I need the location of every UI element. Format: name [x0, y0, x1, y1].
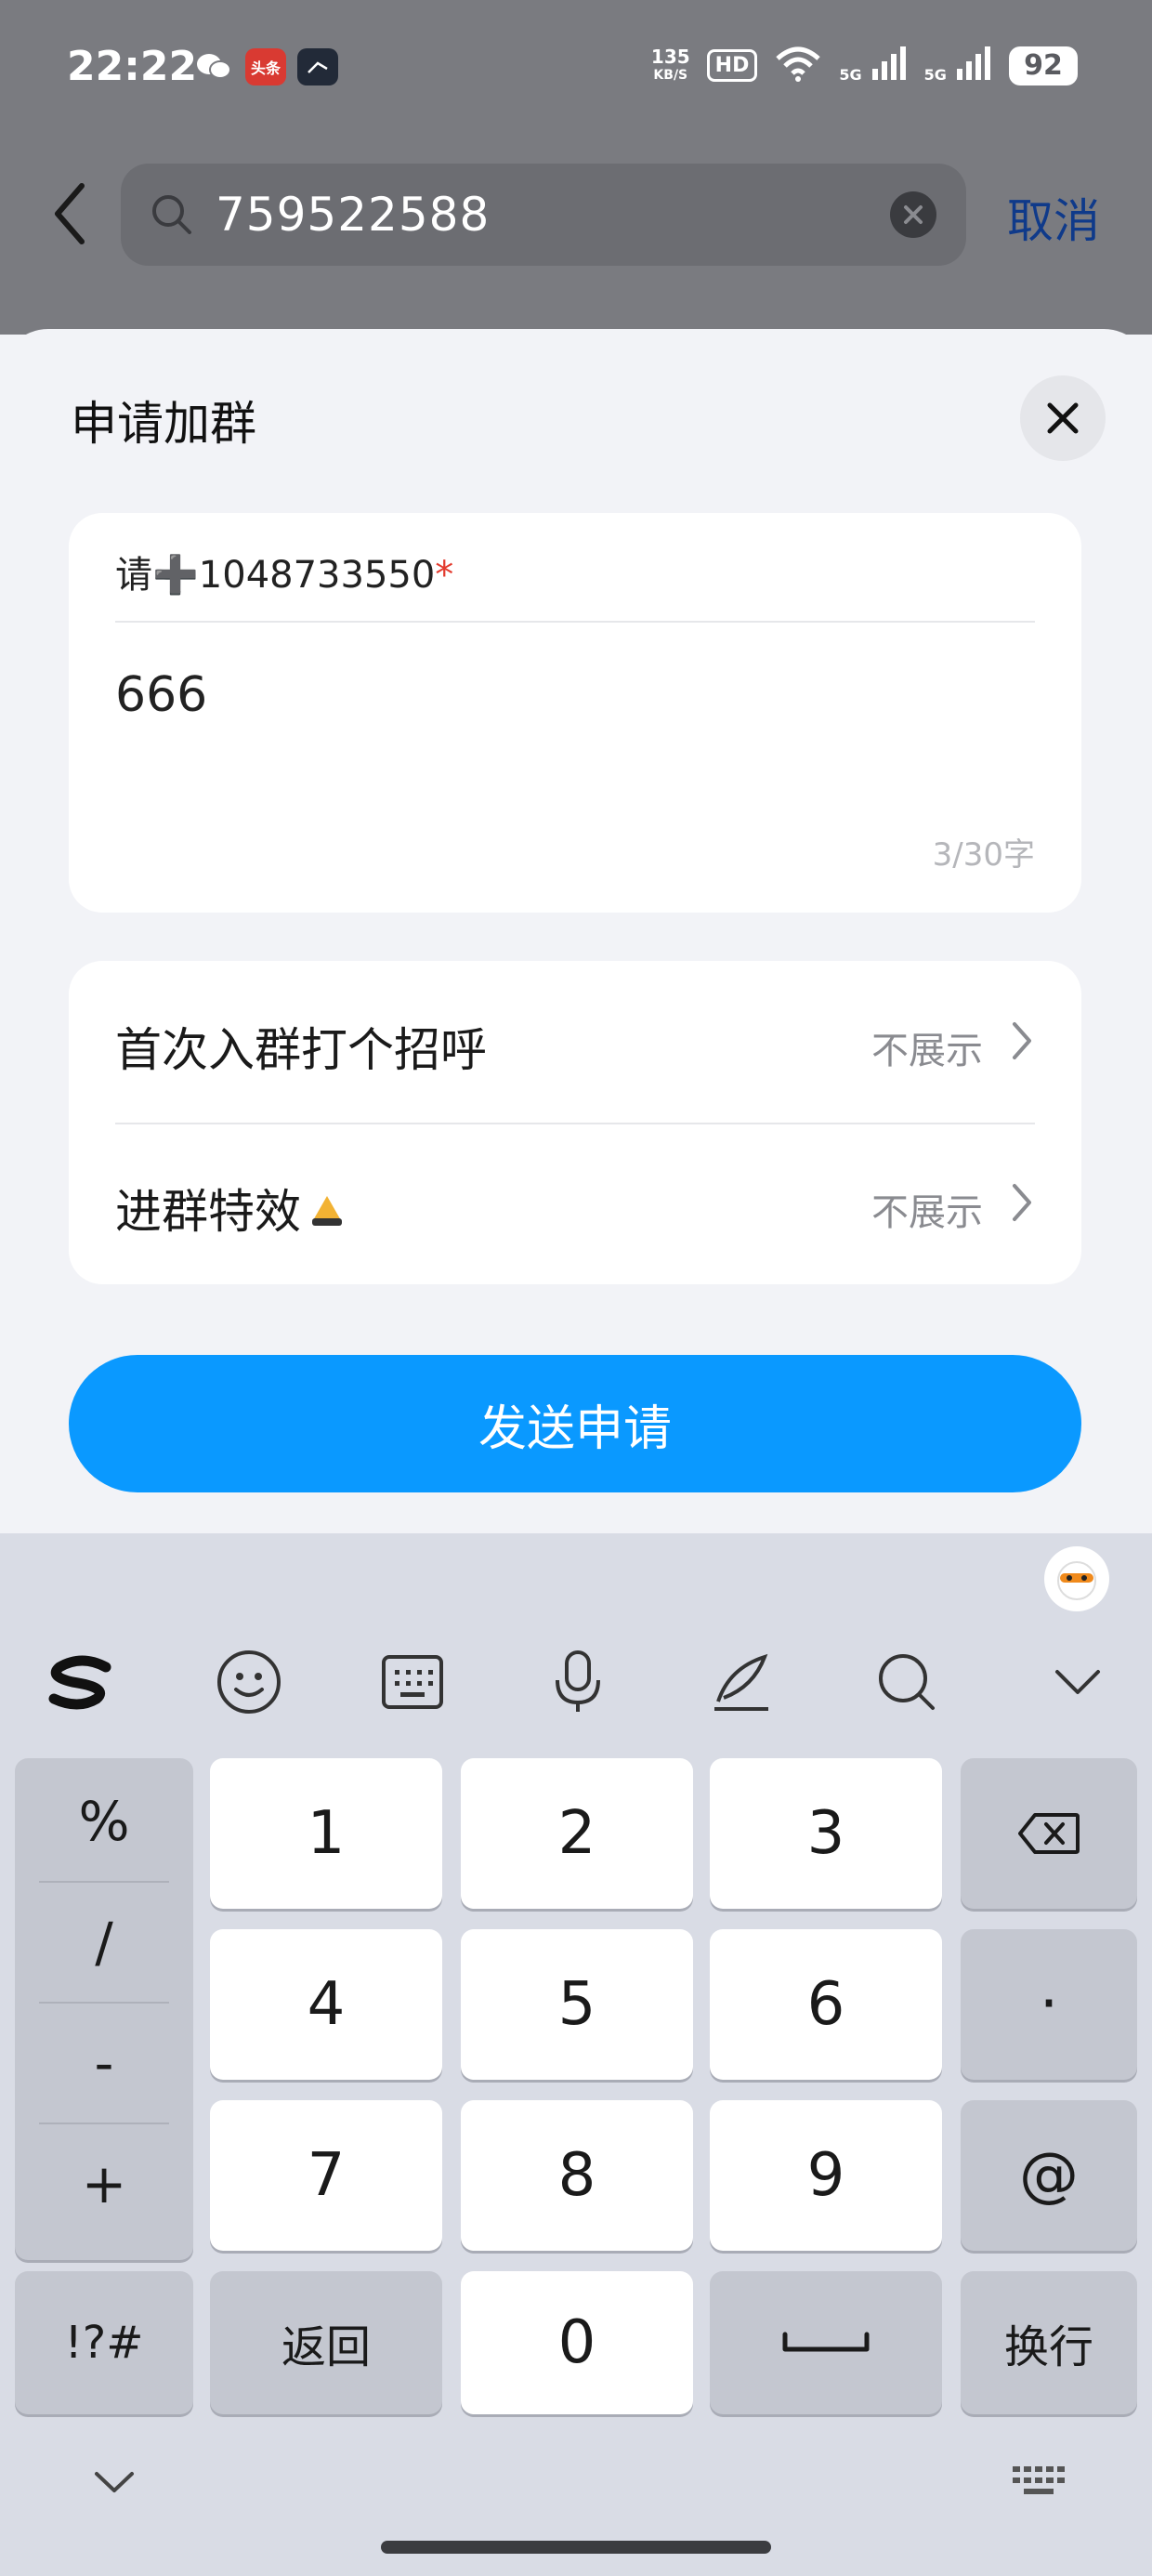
space-key[interactable]	[710, 2271, 942, 2414]
option-row-greeting[interactable]: 首次入群打个招呼 不展示	[115, 961, 1035, 1123]
keyboard-layout-icon[interactable]	[375, 1645, 450, 1719]
party-effect-icon	[312, 1196, 342, 1226]
required-mark: *	[435, 554, 454, 597]
search-query: 759522588	[216, 188, 491, 242]
keyboard-mascot-icon[interactable]	[1044, 1546, 1109, 1611]
hd-badge: HD	[706, 49, 758, 82]
ime-keyboard: % / - + 1 2 3 4 5 6 · 7 8 9 @ !?# 返回 0 换…	[0, 1533, 1152, 2576]
net-speed-value: 135	[650, 45, 690, 68]
back-key[interactable]: 返回	[210, 2271, 442, 2414]
enter-key[interactable]: 换行	[961, 2271, 1137, 2414]
signal2-label: 5G	[923, 66, 947, 84]
join-group-sheet: 申请加群 请➕1048733550* 666 3/30字 首次入群打个招呼 不展…	[0, 329, 1152, 1533]
clear-icon[interactable]	[890, 191, 936, 238]
chevron-right-icon	[1013, 1184, 1031, 1221]
key-0[interactable]: 0	[461, 2271, 693, 2414]
hide-keyboard-chevron-icon[interactable]	[91, 2468, 137, 2496]
handwriting-icon[interactable]	[704, 1645, 779, 1719]
key-percent[interactable]: %	[15, 1762, 193, 1881]
option-row-effect[interactable]: 进群特效 不展示	[115, 1123, 1035, 1284]
keyboard-search-icon[interactable]	[870, 1645, 944, 1719]
key-9[interactable]: 9	[710, 2100, 942, 2251]
key-5[interactable]: 5	[461, 1929, 693, 2080]
wechat-icon	[193, 48, 234, 85]
option-label: 首次入群打个招呼	[115, 1023, 487, 1077]
key-6[interactable]: 6	[710, 1929, 942, 2080]
close-button[interactable]	[1020, 375, 1106, 461]
sheet-title: 申请加群	[71, 397, 256, 451]
microphone-icon[interactable]	[541, 1645, 615, 1719]
search-icon	[149, 191, 195, 238]
keyboard-toolbar	[0, 1636, 1152, 1728]
message-label-text: 请➕1048733550	[115, 554, 436, 597]
key-8[interactable]: 8	[461, 2100, 693, 2251]
key-3[interactable]: 3	[710, 1758, 942, 1909]
key-1[interactable]: 1	[210, 1758, 442, 1909]
net-speed: 135 KB/S	[651, 47, 690, 85]
send-request-button[interactable]: 发送申请	[69, 1355, 1081, 1492]
divider	[115, 621, 1035, 623]
collapse-chevron-icon[interactable]	[1041, 1645, 1115, 1719]
option-value: 不展示	[871, 1030, 983, 1072]
key-minus[interactable]: -	[15, 2004, 193, 2123]
option-value: 不展示	[871, 1191, 983, 1234]
key-slash[interactable]: /	[15, 1883, 193, 2002]
switch-keyboard-icon[interactable]	[1011, 2463, 1067, 2500]
search-input[interactable]: 759522588	[121, 164, 966, 266]
signal-icon-1: 5G	[839, 45, 907, 86]
message-label: 请➕1048733550*	[115, 545, 453, 598]
key-7[interactable]: 7	[210, 2100, 442, 2251]
option-label: 进群特效	[115, 1175, 347, 1242]
key-plus[interactable]: +	[15, 2124, 193, 2243]
toutiao-icon: 头条	[245, 48, 286, 85]
message-field[interactable]: 666	[115, 667, 207, 723]
status-right-icons: 135 KB/S HD 5G 5G 92	[651, 45, 1078, 86]
back-chevron-icon[interactable]	[45, 177, 100, 251]
symbols-key[interactable]: !?#	[15, 2271, 193, 2414]
status-bar: 22:22 头条 135 KB/S HD 5G 5G 92	[0, 0, 1152, 139]
home-indicator[interactable]	[381, 2541, 771, 2554]
backspace-key[interactable]	[961, 1758, 1137, 1909]
status-time: 22:22	[67, 43, 198, 90]
emoji-icon[interactable]	[212, 1645, 286, 1719]
close-icon	[1047, 402, 1079, 434]
sogou-logo-icon[interactable]	[45, 1645, 119, 1719]
message-card: 请➕1048733550* 666 3/30字	[69, 513, 1081, 913]
signal1-label: 5G	[839, 66, 862, 84]
key-at[interactable]: @	[961, 2100, 1137, 2251]
key-dot[interactable]: ·	[961, 1929, 1137, 2080]
chevron-right-icon	[1013, 1022, 1031, 1059]
battery-indicator: 92	[1009, 46, 1078, 85]
option-label-text: 进群特效	[115, 1185, 301, 1239]
signal-icon-2: 5G	[924, 45, 992, 86]
char-counter: 3/30字	[932, 836, 1035, 874]
cancel-button[interactable]: 取消	[1007, 184, 1100, 251]
app-notification-icon	[297, 48, 338, 85]
symbol-column: % / - +	[15, 1758, 193, 2260]
space-icon	[782, 2332, 870, 2352]
key-2[interactable]: 2	[461, 1758, 693, 1909]
key-4[interactable]: 4	[210, 1929, 442, 2080]
notification-icons: 头条	[193, 48, 338, 85]
options-card: 首次入群打个招呼 不展示 进群特效 不展示	[69, 961, 1081, 1284]
wifi-icon	[774, 46, 822, 86]
backspace-icon	[1018, 1813, 1080, 1854]
net-speed-unit: KB/S	[653, 67, 688, 83]
